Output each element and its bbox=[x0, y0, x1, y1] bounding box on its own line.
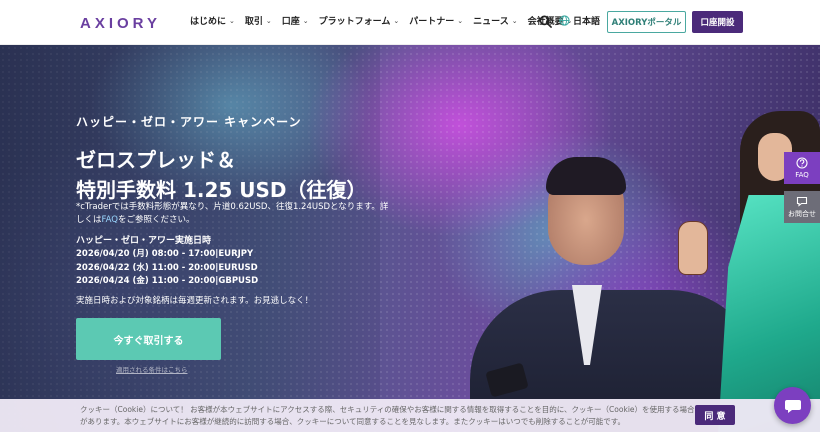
nav-item-label: 取引 bbox=[244, 17, 263, 27]
nav-item-partners[interactable]: パートナー ⌄ bbox=[409, 14, 464, 28]
side-tab-faq[interactable]: FAQ bbox=[784, 152, 820, 184]
hero-note-text-2: をご参照ください。 bbox=[117, 215, 195, 225]
hero-illustration-hand bbox=[678, 221, 708, 275]
language-label: 日本語 bbox=[573, 17, 601, 27]
question-icon bbox=[796, 157, 808, 169]
hero-title: ゼロスプレッド＆ 特別手数料 1.25 USD（往復） bbox=[76, 145, 367, 205]
globe-icon bbox=[559, 15, 570, 26]
schedule-list: 2026/04/20 (月) 08:00 - 17:00|EURJPY 2026… bbox=[76, 248, 258, 289]
schedule-item: 2026/04/24 (金) 11:00 - 20:00|GBPUSD bbox=[76, 276, 259, 286]
cookie-agree-button[interactable]: 同 意 bbox=[695, 405, 735, 425]
open-account-button[interactable]: 口座開設 bbox=[692, 11, 743, 33]
terms-link[interactable]: 適用される条件はこちら bbox=[116, 364, 188, 374]
axiory-portal-button[interactable]: AXIORYポータル bbox=[607, 11, 686, 33]
chevron-down-icon: ⌄ bbox=[393, 16, 400, 25]
hero-banner: ハッピー・ゼロ・アワー キャンペーン ゼロスプレッド＆ 特別手数料 1.25 U… bbox=[0, 45, 820, 432]
nav-item-trading[interactable]: 取引 ⌄ bbox=[244, 14, 272, 28]
nav-item-news[interactable]: ニュース ⌄ bbox=[473, 14, 518, 28]
chevron-down-icon: ⌄ bbox=[265, 16, 272, 25]
nav-item-label: はじめに bbox=[190, 17, 227, 27]
language-selector[interactable]: 日本語 bbox=[559, 14, 600, 27]
chevron-down-icon: ⌄ bbox=[511, 16, 518, 25]
side-tab-contact[interactable]: お問合せ bbox=[784, 191, 820, 223]
chevron-down-icon: ⌄ bbox=[457, 16, 464, 25]
nav-item-getting-started[interactable]: はじめに ⌄ bbox=[190, 14, 235, 28]
cookie-banner: クッキー（Cookie）について！ お客様が本ウェブサイトにアクセスする際、セキ… bbox=[0, 399, 820, 432]
axiory-logo[interactable]: AXIORY bbox=[80, 13, 161, 33]
chat-icon bbox=[784, 399, 801, 413]
logo-text: AXIORY bbox=[80, 14, 161, 32]
side-tab-faq-label: FAQ bbox=[795, 171, 809, 179]
schedule-item: 2026/04/20 (月) 08:00 - 17:00|EURJPY bbox=[76, 249, 254, 259]
cookie-text: クッキー（Cookie）について！ お客様が本ウェブサイトにアクセスする際、セキ… bbox=[80, 405, 695, 426]
trade-now-button[interactable]: 今すぐ取引する bbox=[76, 318, 221, 360]
hero-note: *cTraderでは手数料形態が異なり、片道0.62USD、往復1.24USDと… bbox=[76, 201, 396, 227]
search-icon[interactable] bbox=[539, 15, 552, 28]
schedule-item: 2026/04/22 (水) 11:00 - 20:00|EURUSD bbox=[76, 262, 258, 273]
schedule-title: ハッピー・ゼロ・アワー実施日時 bbox=[76, 236, 212, 246]
nav-item-label: 口座 bbox=[281, 17, 300, 27]
nav-item-label: パートナー bbox=[409, 17, 455, 27]
nav-item-label: ニュース bbox=[473, 17, 509, 27]
chevron-down-icon: ⌄ bbox=[229, 16, 235, 25]
nav-item-platforms[interactable]: プラットフォーム ⌄ bbox=[318, 14, 400, 28]
hero-person-hair bbox=[546, 157, 626, 195]
chevron-down-icon: ⌄ bbox=[302, 16, 309, 25]
hero-subtitle: ハッピー・ゼロ・アワー キャンペーン bbox=[76, 115, 302, 129]
chat-widget-button[interactable] bbox=[774, 387, 811, 424]
chat-bubble-icon bbox=[796, 196, 808, 207]
faq-link[interactable]: FAQ bbox=[102, 215, 118, 225]
main-nav: はじめに ⌄ 取引 ⌄ 口座 ⌄ プラットフォーム ⌄ パートナー ⌄ ニュース ⌄ 会社概… bbox=[190, 14, 583, 28]
nav-item-label: プラットフォーム bbox=[318, 17, 391, 27]
nav-item-accounts[interactable]: 口座 ⌄ bbox=[281, 14, 309, 28]
update-note: 実施日時および対象銘柄は毎週更新されます。お見逃しなく！ bbox=[76, 296, 314, 306]
site-header: AXIORY はじめに ⌄ 取引 ⌄ 口座 ⌄ プラットフォーム ⌄ パートナー ⌄ ニュ… bbox=[0, 0, 820, 45]
side-tab-contact-label: お問合せ bbox=[788, 210, 816, 218]
hero-title-line1: ゼロスプレッド＆ bbox=[76, 148, 236, 172]
